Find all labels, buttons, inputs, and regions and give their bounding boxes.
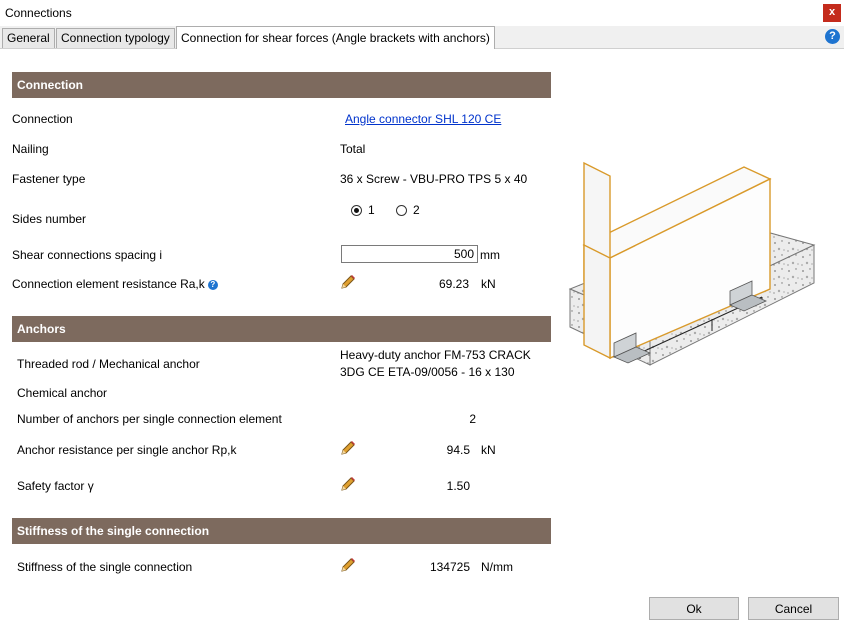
resistance-label-text: Connection element resistance Ra,k bbox=[12, 277, 205, 291]
resistance-value: 69.23 bbox=[438, 277, 469, 291]
sides-radio-1[interactable] bbox=[351, 205, 362, 216]
spacing-label: Shear connections spacing i bbox=[12, 248, 163, 262]
fastener-type-value: 36 x Screw - VBU-PRO TPS 5 x 40 bbox=[340, 172, 528, 186]
ok-button[interactable]: Ok bbox=[649, 597, 739, 620]
close-button[interactable]: x bbox=[823, 4, 841, 22]
tab-general[interactable]: General bbox=[2, 28, 55, 48]
chemical-anchor-label: Chemical anchor bbox=[17, 386, 108, 400]
anchor-count-label: Number of anchors per single connection … bbox=[17, 412, 282, 426]
sides-number-label: Sides number bbox=[12, 212, 87, 226]
stiffness-value: 134725 bbox=[429, 560, 470, 574]
tab-bar: General Connection typology Connection f… bbox=[0, 26, 844, 49]
section-connection-header: Connection bbox=[12, 72, 551, 98]
tab-shear-connection[interactable]: Connection for shear forces (Angle brack… bbox=[176, 26, 495, 49]
spacing-unit: mm bbox=[480, 248, 500, 262]
edit-anchor-resistance-pencil-icon[interactable] bbox=[339, 439, 357, 457]
sides-option-1-label: 1 bbox=[368, 203, 375, 217]
section-anchors-header: Anchors bbox=[12, 316, 551, 342]
threaded-rod-value-line1: Heavy-duty anchor FM-753 CRACK bbox=[340, 348, 531, 362]
connection-illustration bbox=[568, 161, 816, 366]
edit-safety-factor-pencil-icon[interactable] bbox=[339, 475, 357, 493]
info-icon[interactable]: ? bbox=[207, 280, 218, 290]
edit-stiffness-pencil-icon[interactable] bbox=[339, 556, 357, 574]
tab-content: Connection Connection Angle connector SH… bbox=[0, 49, 844, 627]
anchor-resistance-unit: kN bbox=[481, 443, 496, 457]
anchor-resistance-label: Anchor resistance per single anchor Rp,k bbox=[17, 443, 237, 457]
resistance-label: Connection element resistance Ra,k? bbox=[12, 277, 218, 291]
edit-resistance-pencil-icon[interactable] bbox=[339, 273, 357, 291]
anchor-count-value: 2 bbox=[469, 412, 476, 426]
threaded-rod-value-line2: 3DG CE ETA-09/0056 - 16 x 130 bbox=[340, 365, 515, 379]
nailing-label: Nailing bbox=[12, 142, 49, 156]
section-stiffness-header: Stiffness of the single connection bbox=[12, 518, 551, 544]
help-icon[interactable]: ? bbox=[825, 29, 840, 44]
connection-link[interactable]: Angle connector SHL 120 CE bbox=[345, 112, 501, 126]
connection-label: Connection bbox=[12, 112, 73, 126]
tab-connection-typology[interactable]: Connection typology bbox=[56, 28, 175, 48]
nailing-value: Total bbox=[340, 142, 366, 156]
spacing-input[interactable]: 500 bbox=[341, 245, 478, 263]
threaded-rod-label: Threaded rod / Mechanical anchor bbox=[17, 357, 200, 371]
title-bar: Connections x bbox=[0, 0, 844, 26]
sides-option-2-label: 2 bbox=[413, 203, 420, 217]
cancel-button[interactable]: Cancel bbox=[748, 597, 839, 620]
stiffness-unit: N/mm bbox=[481, 560, 513, 574]
sides-radio-2[interactable] bbox=[396, 205, 407, 216]
safety-factor-label: Safety factor γ bbox=[17, 479, 94, 493]
safety-factor-value: 1.50 bbox=[446, 479, 470, 493]
window-title: Connections bbox=[5, 6, 72, 20]
anchor-resistance-value: 94.5 bbox=[446, 443, 470, 457]
fastener-type-label: Fastener type bbox=[12, 172, 86, 186]
resistance-unit: kN bbox=[481, 277, 496, 291]
stiffness-label: Stiffness of the single connection bbox=[17, 560, 193, 574]
